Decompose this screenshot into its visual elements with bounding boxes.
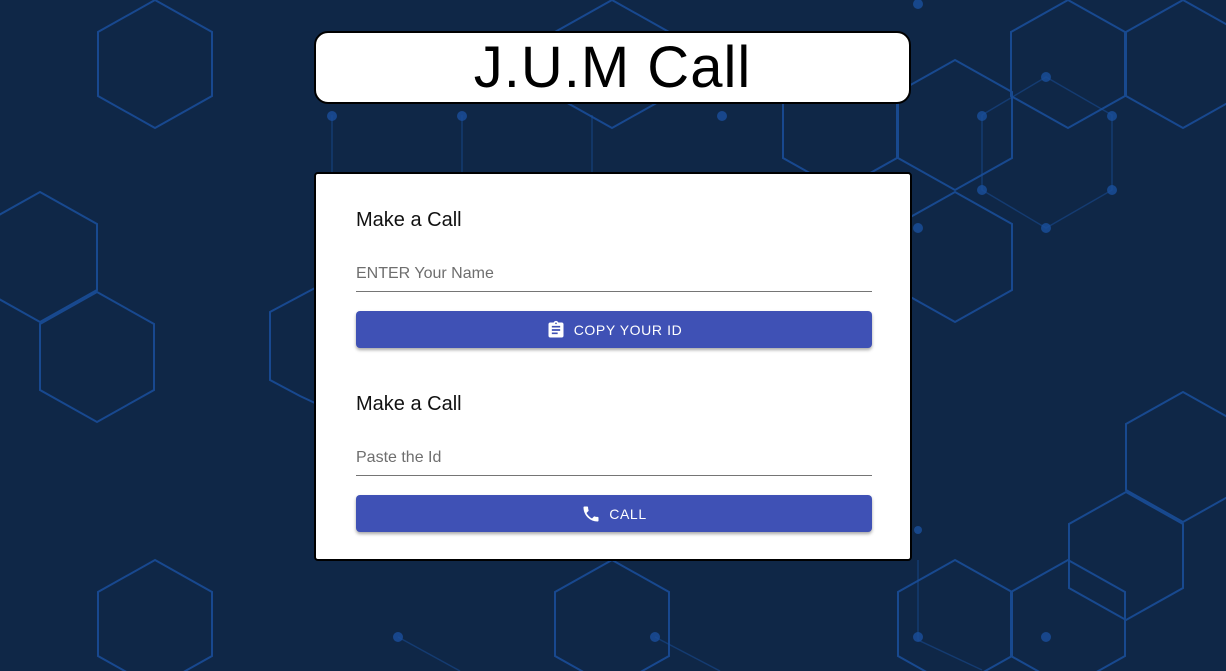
- name-field: [356, 257, 872, 292]
- app-title-banner: J.U.M Call: [314, 31, 911, 104]
- copy-id-button[interactable]: Copy Your ID: [356, 311, 872, 348]
- call-button[interactable]: Call: [356, 495, 872, 532]
- app-title: J.U.M Call: [473, 34, 752, 100]
- id-field: [356, 441, 872, 476]
- call-card: Make a Call Copy Your ID Make a Call Cal…: [314, 172, 912, 561]
- section-heading-name: Make a Call: [356, 209, 462, 231]
- section-heading-call: Make a Call: [356, 393, 462, 415]
- phone-icon: [581, 504, 601, 524]
- call-label: Call: [609, 505, 647, 522]
- id-input[interactable]: [356, 441, 872, 475]
- copy-id-label: Copy Your ID: [573, 321, 683, 338]
- clipboard-icon: [546, 320, 566, 340]
- name-input[interactable]: [356, 257, 872, 291]
